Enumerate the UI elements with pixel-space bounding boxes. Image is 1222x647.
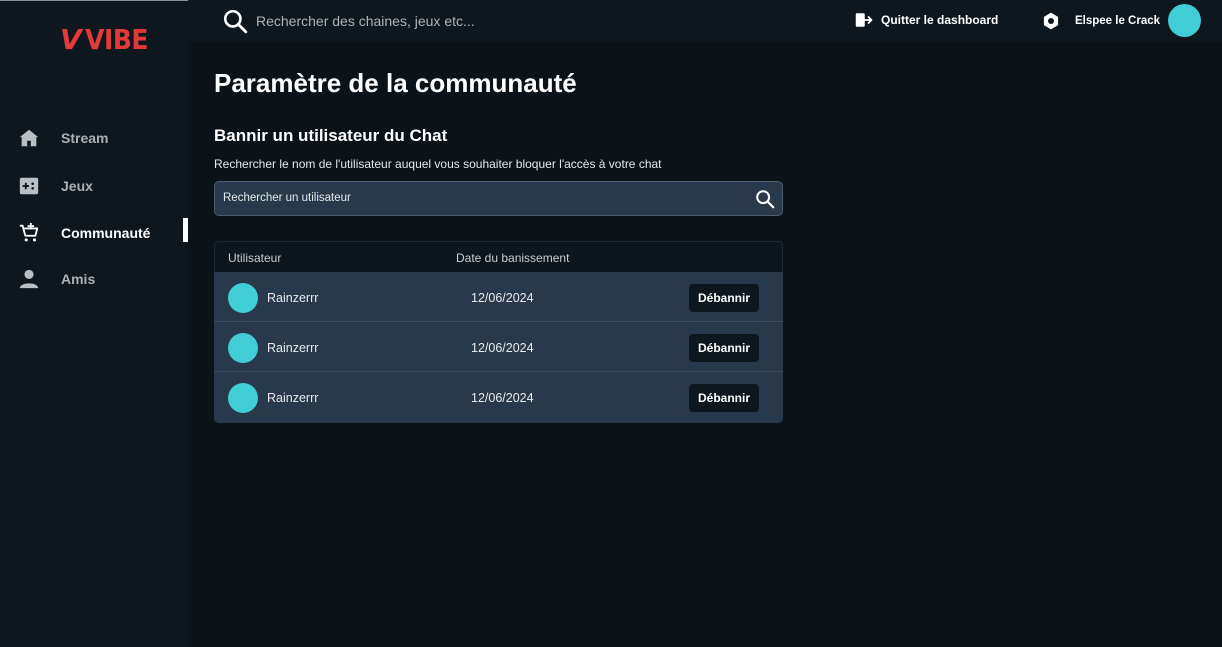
ban-date: 12/06/2024: [471, 391, 534, 405]
gamepad-icon: [19, 177, 39, 195]
sidebar-item-amis[interactable]: Amis: [0, 264, 188, 294]
active-indicator: [183, 218, 188, 242]
quit-dashboard-label: Quitter le dashboard: [881, 13, 999, 27]
sidebar-item-label: Communauté: [61, 225, 151, 241]
username: Elspee le Crack: [1075, 15, 1161, 27]
user-name: Rainzerrr: [267, 341, 319, 355]
app-logo[interactable]: V VIBE: [60, 22, 148, 56]
ban-date: 12/06/2024: [471, 341, 534, 355]
table-row: Rainzerrr 12/06/2024 Débannir: [214, 272, 783, 322]
sidebar-item-stream[interactable]: Stream: [0, 123, 188, 153]
user-avatar: [228, 283, 258, 313]
sidebar-item-label: Jeux: [61, 178, 93, 194]
unban-button[interactable]: Débannir: [689, 384, 759, 412]
logo-text: VIBE: [85, 23, 148, 55]
table-row: Rainzerrr 12/06/2024 Débannir: [214, 372, 783, 422]
user-search-placeholder: Rechercher un utilisateur: [223, 192, 351, 204]
sidebar-item-label: Stream: [61, 130, 109, 146]
section-title: Bannir un utilisateur du Chat: [214, 126, 448, 145]
section-description: Rechercher le nom de l'utilisateur auque…: [214, 157, 662, 171]
page-title: Paramètre de la communauté: [214, 68, 577, 98]
column-header-user: Utilisateur: [228, 251, 282, 265]
sidebar: V VIBE Stream Jeux Communauté Amis: [0, 0, 188, 647]
search-icon: [223, 9, 248, 34]
user-name: Rainzerrr: [267, 391, 319, 405]
quit-dashboard-button[interactable]: Quitter le dashboard: [855, 12, 998, 28]
sidebar-item-label: Amis: [61, 271, 96, 287]
logo-mark: V: [60, 22, 82, 56]
cart-add-icon: [19, 222, 39, 242]
avatar[interactable]: [1168, 4, 1201, 37]
user-search-input[interactable]: Rechercher un utilisateur: [214, 181, 783, 216]
exit-icon: [855, 13, 873, 27]
table-row: Rainzerrr 12/06/2024 Débannir: [214, 322, 783, 372]
search-placeholder: Rechercher des chaines, jeux etc...: [256, 13, 475, 29]
top-bar: Rechercher des chaines, jeux etc... Quit…: [188, 0, 1222, 42]
person-icon: [19, 269, 39, 289]
table-header: Utilisateur Date du banissement: [214, 241, 783, 272]
ban-date: 12/06/2024: [471, 291, 534, 305]
unban-button[interactable]: Débannir: [689, 334, 759, 362]
sidebar-item-jeux[interactable]: Jeux: [0, 171, 188, 201]
settings-icon[interactable]: [1041, 11, 1061, 31]
user-avatar: [228, 333, 258, 363]
user-name: Rainzerrr: [267, 291, 319, 305]
global-search-input[interactable]: Rechercher des chaines, jeux etc...: [222, 8, 475, 34]
home-icon: [19, 129, 39, 147]
unban-button[interactable]: Débannir: [689, 284, 759, 312]
user-avatar: [228, 383, 258, 413]
search-icon[interactable]: [754, 188, 776, 210]
banned-users-table: Utilisateur Date du banissement Rainzerr…: [214, 241, 783, 423]
sidebar-item-communaute[interactable]: Communauté: [0, 218, 188, 248]
sidebar-top-divider: [0, 0, 188, 1]
column-header-date: Date du banissement: [456, 251, 570, 265]
